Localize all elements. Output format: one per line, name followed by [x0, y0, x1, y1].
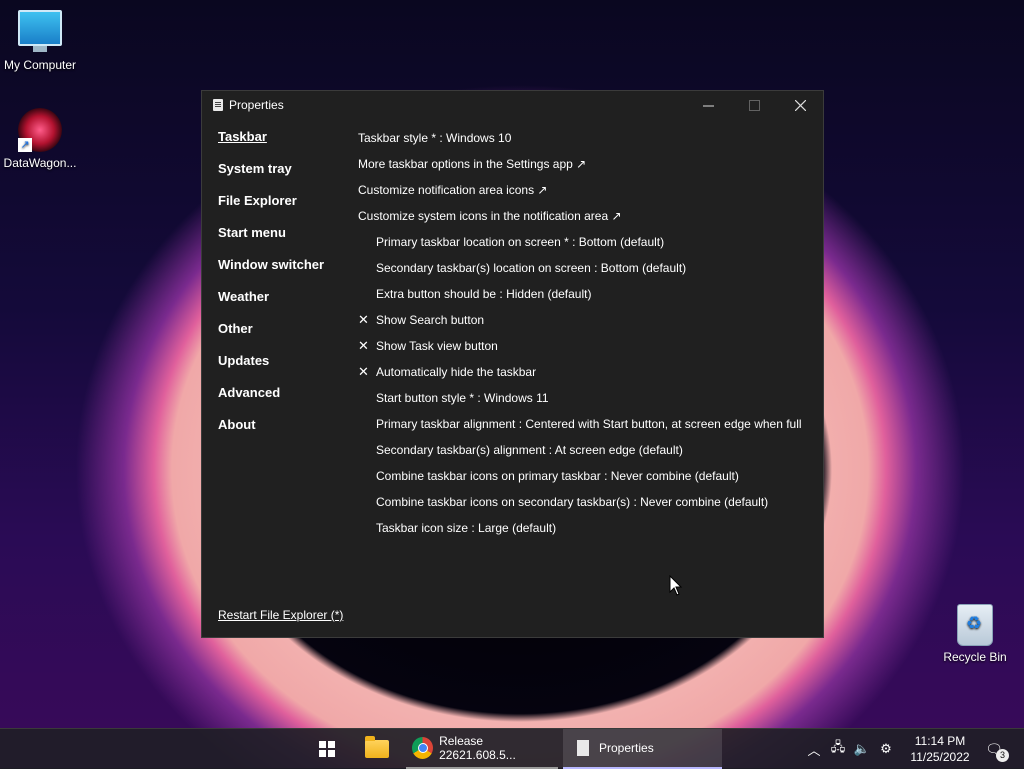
sidebar-item-about[interactable]: About	[218, 417, 348, 449]
desktop-icon-recycle-bin[interactable]: Recycle Bin	[935, 604, 1015, 664]
desktop-icon-label: DataWagon...	[3, 156, 77, 170]
title-bar[interactable]: Properties	[202, 91, 823, 119]
setting-taskbar-icon-size[interactable]: Taskbar icon size : Large (default)	[358, 515, 818, 541]
sidebar-item-window-switcher[interactable]: Window switcher	[218, 257, 348, 289]
windows-logo-icon	[319, 741, 335, 757]
restart-file-explorer-link[interactable]: Restart File Explorer (*)	[218, 608, 343, 622]
shortcut-arrow-icon: ↗	[18, 138, 32, 152]
close-button[interactable]	[777, 91, 823, 119]
network-icon[interactable]: 🖧	[829, 738, 847, 760]
checkmark-x-icon: ✕	[358, 338, 369, 353]
taskbar: Release 22621.608.5... Properties ︿ 🖧 🔈 …	[0, 728, 1024, 769]
chrome-icon	[412, 737, 434, 759]
minimize-icon	[702, 105, 714, 106]
sidebar-item-start-menu[interactable]: Start menu	[218, 225, 348, 257]
desktop-icon-label: Recycle Bin	[943, 650, 1007, 664]
setting-label: Automatically hide the taskbar	[376, 365, 537, 379]
properties-window: Properties Taskbar System tray File Expl…	[201, 90, 824, 638]
setting-label: Start button style * : Windows 11	[376, 391, 549, 405]
setting-label: Extra button should be : Hidden (default…	[376, 287, 592, 301]
setting-combine-secondary[interactable]: Combine taskbar icons on secondary taskb…	[358, 489, 818, 515]
taskbar-chrome-window[interactable]: Release 22621.608.5...	[406, 729, 558, 769]
setting-auto-hide-taskbar[interactable]: ✕ Automatically hide the taskbar	[358, 359, 818, 385]
setting-secondary-taskbar-alignment[interactable]: Secondary taskbar(s) alignment : At scre…	[358, 437, 818, 463]
sidebar-item-updates[interactable]: Updates	[218, 353, 348, 385]
setting-label: Primary taskbar location on screen * : B…	[376, 235, 665, 249]
setting-label: Secondary taskbar(s) location on screen …	[376, 261, 687, 275]
desktop-icon-datawagon[interactable]: ↗ DataWagon...	[0, 108, 80, 170]
setting-label: Primary taskbar alignment : Centered wit…	[376, 417, 802, 431]
setting-customize-system-icons-link[interactable]: Customize system icons in the notificati…	[358, 203, 818, 229]
setting-start-button-style[interactable]: Start button style * : Windows 11	[358, 385, 818, 411]
sidebar-nav: Taskbar System tray File Explorer Start …	[218, 129, 348, 449]
datawagon-icon: ↗	[18, 108, 62, 152]
setting-secondary-taskbar-location[interactable]: Secondary taskbar(s) location on screen …	[358, 255, 818, 281]
desktop-icon-my-computer[interactable]: My Computer	[0, 10, 80, 72]
maximize-icon	[748, 99, 760, 111]
setting-taskbar-style[interactable]: Taskbar style * : Windows 10	[358, 125, 818, 151]
sidebar-item-advanced[interactable]: Advanced	[218, 385, 348, 417]
setting-label: More taskbar options in the Settings app…	[358, 157, 587, 171]
close-icon	[794, 99, 806, 111]
taskbar-properties-window[interactable]: Properties	[563, 729, 722, 769]
system-tray: ︿ 🖧 🔈 ⚙	[805, 729, 895, 769]
start-button[interactable]	[309, 729, 345, 769]
settings-list: Taskbar style * : Windows 10 More taskba…	[358, 125, 818, 541]
volume-icon[interactable]: 🔈	[853, 741, 871, 757]
setting-show-search-button[interactable]: ✕ Show Search button	[358, 307, 818, 333]
setting-label: Show Search button	[376, 313, 485, 327]
minimize-button[interactable]	[685, 91, 731, 119]
setting-more-taskbar-options-link[interactable]: More taskbar options in the Settings app…	[358, 151, 818, 177]
sidebar-item-taskbar[interactable]: Taskbar	[218, 129, 348, 161]
checkmark-x-icon: ✕	[358, 364, 369, 379]
setting-primary-taskbar-alignment[interactable]: Primary taskbar alignment : Centered wit…	[358, 411, 818, 437]
sidebar-item-system-tray[interactable]: System tray	[218, 161, 348, 193]
notification-count-badge: 3	[996, 749, 1009, 762]
computer-icon	[18, 10, 62, 52]
recycle-bin-icon	[957, 604, 993, 646]
setting-show-task-view-button[interactable]: ✕ Show Task view button	[358, 333, 818, 359]
folder-icon	[365, 736, 389, 758]
properties-app-icon	[213, 99, 223, 111]
setting-label: Customize system icons in the notificati…	[358, 209, 622, 223]
notification-center-button[interactable]: 🗨 3	[982, 729, 1009, 769]
mouse-cursor-icon	[669, 575, 683, 596]
setting-label: Show Task view button	[376, 339, 498, 353]
window-title: Properties	[229, 98, 284, 112]
checkmark-x-icon: ✕	[358, 312, 369, 327]
gear-icon[interactable]: ⚙	[877, 741, 895, 757]
desktop-icon-label: My Computer	[3, 58, 77, 72]
setting-label: Taskbar style * : Windows 10	[358, 131, 512, 145]
setting-customize-notification-icons-link[interactable]: Customize notification area icons ↗	[358, 177, 818, 203]
setting-label: Customize notification area icons ↗	[358, 183, 548, 197]
setting-primary-taskbar-location[interactable]: Primary taskbar location on screen * : B…	[358, 229, 818, 255]
setting-label: Combine taskbar icons on primary taskbar…	[376, 469, 739, 483]
sidebar-item-other[interactable]: Other	[218, 321, 348, 353]
sidebar-item-file-explorer[interactable]: File Explorer	[218, 193, 348, 225]
sidebar-item-weather[interactable]: Weather	[218, 289, 348, 321]
taskbar-item-label: Properties	[599, 741, 654, 755]
maximize-button[interactable]	[731, 91, 777, 119]
clock-date: 11/25/2022	[910, 750, 970, 764]
setting-combine-primary[interactable]: Combine taskbar icons on primary taskbar…	[358, 463, 818, 489]
properties-app-icon	[577, 740, 589, 756]
clock[interactable]: 11:14 PM 11/25/2022	[906, 729, 974, 769]
setting-extra-button[interactable]: Extra button should be : Hidden (default…	[358, 281, 818, 307]
setting-label: Secondary taskbar(s) alignment : At scre…	[376, 443, 683, 457]
chevron-up-icon[interactable]: ︿	[805, 740, 823, 759]
clock-time: 11:14 PM	[914, 734, 966, 748]
taskbar-file-explorer[interactable]	[358, 729, 396, 769]
taskbar-item-label: Release 22621.608.5...	[439, 734, 516, 762]
setting-label: Combine taskbar icons on secondary taskb…	[376, 495, 769, 509]
setting-label: Taskbar icon size : Large (default)	[376, 521, 557, 535]
